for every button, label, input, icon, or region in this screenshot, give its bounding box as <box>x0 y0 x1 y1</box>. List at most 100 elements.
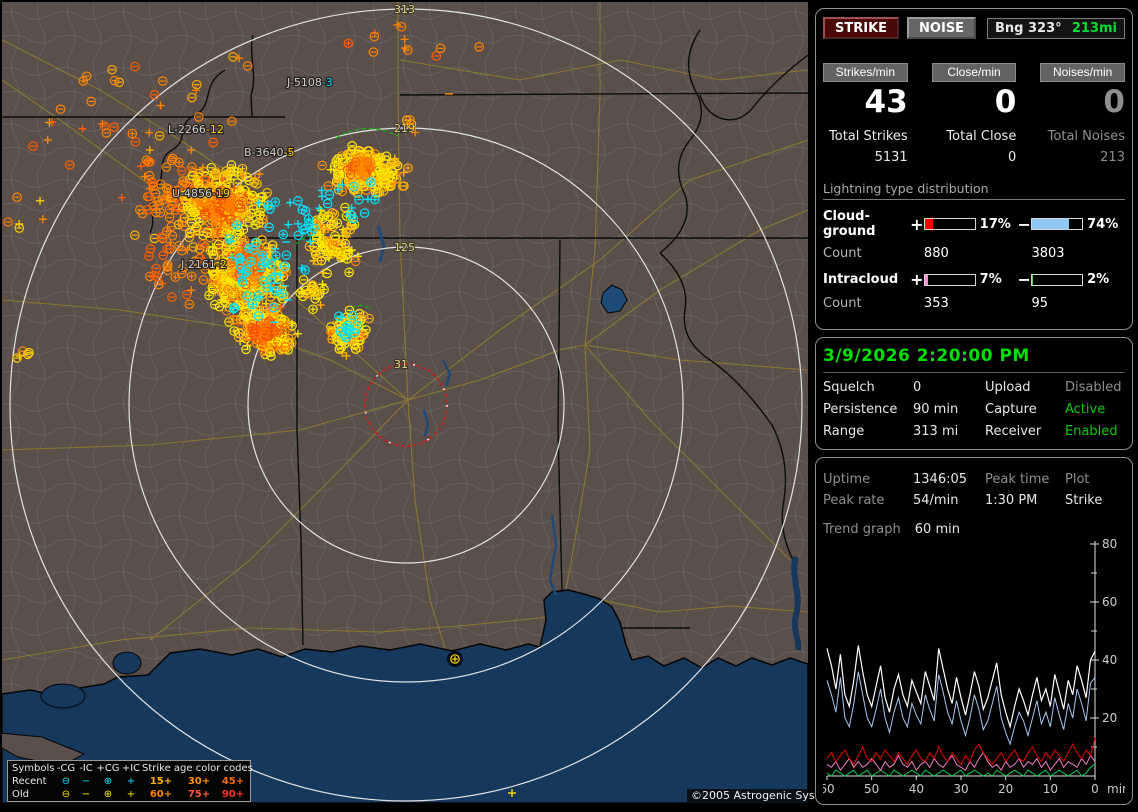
rate-value: 0 <box>1040 84 1125 120</box>
distribution-row: Intracloud+7%−2% <box>823 270 1125 289</box>
status-value: 90 min <box>913 402 985 417</box>
minus-count: 3803 <box>1017 246 1125 261</box>
age-code: 90+ <box>218 788 248 801</box>
noise-button[interactable]: NOISE <box>907 17 976 39</box>
plus-bar <box>924 274 976 286</box>
svg-text:min: min <box>1107 782 1125 796</box>
rate-column: Close/min 0 Total Close 0 <box>932 63 1017 165</box>
legend-col-header: -CG <box>56 762 76 775</box>
bearing-readout[interactable]: Bng 323° 213mi <box>987 18 1125 39</box>
uptime-row: Uptime1346:05Peak timePlot <box>823 472 1125 487</box>
status-value: Enabled <box>1065 424 1125 439</box>
minus-count: 95 <box>1017 296 1125 311</box>
legend-col-header: +CG <box>96 762 120 775</box>
status-label: Capture <box>985 402 1065 417</box>
status-label: Range <box>823 424 913 439</box>
trend-panel: Uptime1346:05Peak timePlot Peak rate54/mi… <box>815 457 1133 805</box>
status-label: Persistence <box>823 402 913 417</box>
minus-bar <box>1031 218 1083 230</box>
minus-percent: 74% <box>1087 217 1125 232</box>
svg-text:J-5108-3: J-5108-3 <box>286 76 333 89</box>
status-label: Upload <box>985 380 1065 395</box>
ic-minus-icon: − <box>76 775 96 788</box>
age-code: 30+ <box>180 775 218 788</box>
rate-value: 43 <box>823 84 908 120</box>
svg-text:10: 10 <box>1043 782 1058 796</box>
total-value: 0 <box>932 150 1017 165</box>
plus-count: 880 <box>910 246 1018 261</box>
datetime: 3/9/2026 2:20:00 PM <box>823 346 1125 373</box>
strike-button[interactable]: STRIKE <box>823 17 899 39</box>
ic-plus-icon: + <box>120 788 142 801</box>
status-label: Squelch <box>823 380 913 395</box>
legend-age-title: Strike age color codes <box>142 762 248 775</box>
minus-sign: − <box>1018 215 1031 234</box>
rate-column: Noises/min0Total Noises213 <box>1040 63 1125 165</box>
status-value: 0 <box>913 380 985 395</box>
cg-minus-icon: ⊖ <box>56 788 76 801</box>
age-code: 15+ <box>142 775 180 788</box>
plus-percent: 7% <box>980 272 1018 287</box>
status-row: Range313 miReceiverEnabled <box>823 424 1125 439</box>
uptime-label: Peak time <box>985 472 1065 487</box>
ic-plus-icon: + <box>120 775 142 788</box>
total-value: 213 <box>1040 150 1125 165</box>
rate-column: Strikes/min 43 Total Strikes 5131 <box>823 63 908 165</box>
svg-text:60: 60 <box>1102 595 1117 609</box>
svg-text:125: 125 <box>394 241 415 254</box>
svg-text:0: 0 <box>1091 782 1099 796</box>
uptime-value: Strike <box>1065 493 1125 508</box>
rate-chip-close-min[interactable]: Close/min <box>932 63 1017 82</box>
uptime-label: Uptime <box>823 472 913 487</box>
svg-text:40: 40 <box>1102 653 1117 667</box>
cg-plus-icon: ⊕ <box>96 788 120 801</box>
map-legend: Symbols-CG-IC+CG+ICStrike age color code… <box>7 760 251 802</box>
status-value: 313 mi <box>913 424 985 439</box>
cg-plus-icon: ⊕ <box>96 775 120 788</box>
total-value: 5131 <box>823 150 908 165</box>
legend-row-label: Old <box>10 788 56 801</box>
strike-stats-panel: STRIKE NOISE Bng 323° 213mi Strikes/min 4… <box>815 8 1133 330</box>
uptime-value: 1:30 PM <box>985 493 1065 508</box>
distance-value: 213mi <box>1072 21 1117 36</box>
lightning-map[interactable]: 31125219313 J-5108-3L-2266-12B-3640-5U-4… <box>0 0 810 805</box>
age-code: 45+ <box>218 775 248 788</box>
svg-text:20: 20 <box>998 782 1013 796</box>
rate-chip-strikes-min[interactable]: Strikes/min <box>823 63 908 82</box>
status-label: Receiver <box>985 424 1065 439</box>
uptime-label: Peak rate <box>823 493 913 508</box>
svg-text:31: 31 <box>394 358 408 371</box>
count-label: Count <box>823 296 910 311</box>
rate-value: 0 <box>932 84 1017 120</box>
svg-text:L-2266-12: L-2266-12 <box>168 123 224 136</box>
plus-count: 353 <box>910 296 1018 311</box>
total-label: Total Strikes <box>823 129 908 144</box>
svg-text:50: 50 <box>864 782 879 796</box>
minus-sign: − <box>1018 270 1031 289</box>
uptime-value: 1346:05 <box>913 472 985 487</box>
distribution-type-label: Cloud-ground <box>823 209 910 239</box>
age-code: 60+ <box>142 788 180 801</box>
svg-text:J-2161-2: J-2161-2 <box>180 258 227 271</box>
total-label: Total Close <box>932 129 1017 144</box>
trend-graph-label: Trend graph <box>823 522 901 537</box>
svg-text:B-3640-5: B-3640-5 <box>244 146 294 159</box>
distribution-section: Lightning type distribution Cloud-ground… <box>823 181 1125 311</box>
svg-text:80: 80 <box>1102 539 1117 551</box>
minus-bar <box>1031 274 1083 286</box>
svg-text:313: 313 <box>394 3 415 16</box>
count-label: Count <box>823 246 910 261</box>
nexstorm-window: 31125219313 J-5108-3L-2266-12B-3640-5U-4… <box>0 0 1138 812</box>
plus-bar <box>924 218 976 230</box>
rate-chip-noises-min[interactable]: Noises/min <box>1040 63 1125 82</box>
status-value: Active <box>1065 402 1125 417</box>
svg-text:20: 20 <box>1102 711 1117 725</box>
svg-text:U-4856-19: U-4856-19 <box>172 187 230 200</box>
status-row: Squelch0UploadDisabled <box>823 380 1125 395</box>
uptime-row: Peak rate54/min1:30 PMStrike <box>823 493 1125 508</box>
distribution-row: Cloud-ground+17%−74% <box>823 209 1125 239</box>
bearing-value: Bng 323° <box>995 21 1062 36</box>
svg-text:60: 60 <box>823 782 835 796</box>
uptime-value: 54/min <box>913 493 985 508</box>
status-panel: 3/9/2026 2:20:00 PM Squelch0UploadDisabl… <box>815 337 1133 450</box>
